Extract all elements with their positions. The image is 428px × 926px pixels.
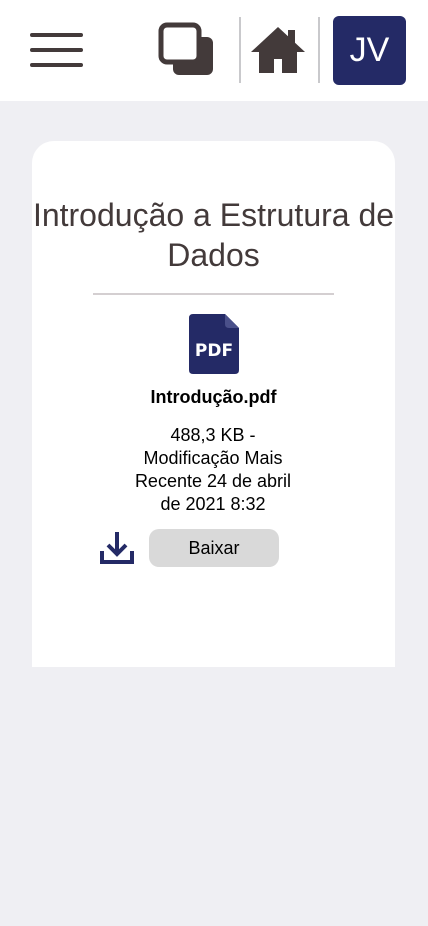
user-avatar[interactable]: JV	[333, 16, 406, 85]
pdf-icon-label: PDF	[195, 341, 233, 361]
home-icon[interactable]	[250, 26, 306, 74]
card-title: Introdução a Estrutura de Dados	[32, 197, 395, 273]
download-icon[interactable]	[100, 531, 134, 565]
header-divider	[318, 17, 320, 83]
top-app-bar: JV	[0, 0, 428, 101]
file-name: Introdução.pdf	[150, 387, 277, 407]
file-meta: 488,3 KB - Modificação Mais Recente 24 d…	[134, 425, 292, 514]
file-card: Introdução a Estrutura de Dados PDF Intr…	[32, 141, 395, 667]
title-divider	[93, 293, 334, 295]
pdf-file-icon: PDF	[189, 314, 239, 374]
header-divider	[239, 17, 241, 83]
download-button[interactable]: Baixar	[149, 529, 279, 567]
hamburger-menu-icon[interactable]	[30, 33, 83, 67]
switch-windows-icon[interactable]	[158, 22, 216, 78]
